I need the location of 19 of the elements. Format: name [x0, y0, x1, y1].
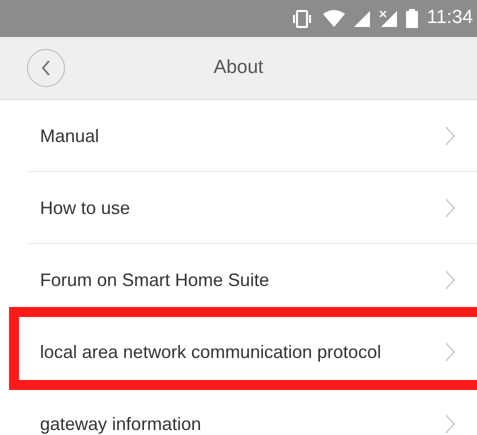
- signal-icon: [354, 10, 370, 28]
- battery-icon: [406, 9, 418, 28]
- vibrate-icon: [292, 10, 314, 28]
- chevron-right-icon: [445, 126, 455, 146]
- chevron-right-icon: [445, 270, 455, 290]
- menu-item[interactable]: local area network communication protocol: [0, 316, 477, 388]
- menu-item[interactable]: Forum on Smart Home Suite: [0, 244, 477, 316]
- chevron-left-icon: [41, 60, 51, 76]
- clock-time: 11:34: [426, 6, 473, 30]
- chevron-right-icon: [445, 414, 455, 434]
- page-title: About: [214, 56, 264, 80]
- menu-item[interactable]: gateway information: [0, 388, 477, 434]
- no-signal-icon: [378, 10, 397, 28]
- menu-item[interactable]: How to use: [0, 172, 477, 244]
- wifi-icon: [322, 10, 345, 28]
- chevron-right-icon: [445, 198, 455, 218]
- back-button[interactable]: [27, 49, 65, 87]
- menu-item[interactable]: Manual: [0, 100, 477, 172]
- chevron-right-icon: [445, 342, 455, 362]
